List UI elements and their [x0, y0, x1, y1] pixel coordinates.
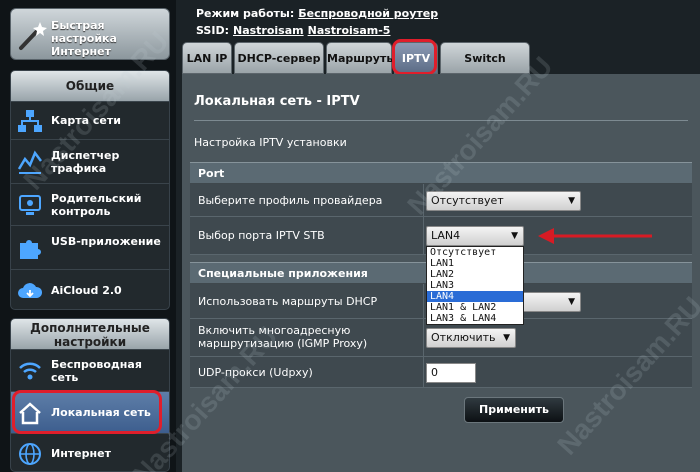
- sidebar-item-usb-app[interactable]: USB-приложение: [11, 225, 169, 269]
- iptv-stb-port-select[interactable]: LAN4 ▼: [426, 226, 524, 246]
- highlight-ring-iptv: [392, 39, 437, 75]
- operation-mode-link[interactable]: Беспроводной роутер: [298, 7, 438, 20]
- red-arrow-annotation: [538, 228, 652, 244]
- cloud-icon: [18, 283, 43, 298]
- tab-lan-ip[interactable]: LAN IP: [182, 42, 232, 74]
- chevron-down-icon: ▼: [568, 196, 575, 206]
- sidebar-item-label: USB-приложение: [51, 235, 161, 248]
- operation-mode: Режим работы: Беспроводной роутер: [196, 7, 439, 20]
- sidebar-item-wireless[interactable]: Беспроводная сеть: [11, 349, 169, 391]
- dhcp-routes-label: Использовать маршруты DHCP: [198, 295, 378, 308]
- udpxy-label: UDP-прокси (Udpxy): [198, 366, 313, 379]
- parental-control-icon: [19, 195, 41, 215]
- provider-profile-select[interactable]: Отсутствует ▼: [426, 191, 581, 211]
- row-udpxy: UDP-прокси (Udpxy) 0: [190, 357, 692, 388]
- general-header: Общие: [11, 71, 169, 101]
- chevron-down-icon: ▼: [568, 297, 575, 307]
- igmp-proxy-select[interactable]: Отключить ▼: [426, 328, 516, 348]
- sidebar-item-label: AiCloud 2.0: [51, 284, 122, 297]
- quick-setup-label: Быстрая настройка Интернет: [51, 19, 117, 58]
- sidebar-item-aicloud[interactable]: AiCloud 2.0: [11, 269, 169, 309]
- apply-button[interactable]: Применить: [464, 397, 564, 423]
- sidebar: Быстрая настройка Интернет Общие Карта с…: [0, 0, 176, 472]
- dropdown-option[interactable]: LAN1 & LAN2: [427, 302, 523, 313]
- sidebar-item-internet[interactable]: Интернет: [11, 433, 169, 471]
- ssid-link-1[interactable]: Nastroisam: [233, 24, 304, 37]
- sidebar-item-label: Беспроводная сеть: [51, 358, 142, 384]
- sidebar-item-label: Карта сети: [51, 114, 121, 127]
- quick-setup-button[interactable]: Быстрая настройка Интернет: [10, 8, 170, 60]
- dropdown-option-selected[interactable]: LAN4: [427, 291, 523, 302]
- tab-switch-control[interactable]: Switch Control: [440, 42, 530, 97]
- page-title: Локальная сеть - IPTV: [194, 94, 360, 109]
- page-description: Настройка IPTV установки: [194, 136, 347, 149]
- tab-dhcp-server[interactable]: DHCP-сервер: [234, 42, 324, 74]
- igmp-proxy-label: Включить многоадресную маршрутизацию (IG…: [198, 324, 368, 350]
- network-map-icon: [18, 110, 42, 132]
- chevron-down-icon: ▼: [511, 231, 518, 241]
- provider-profile-label: Выберите профиль провайдера: [198, 194, 383, 207]
- ssid-info: SSID: Nastroisam Nastroisam-5: [196, 24, 391, 37]
- sidebar-item-label: Диспетчер трафика: [51, 149, 120, 175]
- general-group: Общие Карта сети Диспетчер трафика Родит…: [10, 70, 170, 310]
- iptv-stb-port-dropdown[interactable]: Отсутствует LAN1 LAN2 LAN3 LAN4 LAN1 & L…: [426, 246, 524, 325]
- highlight-ring-lan: [12, 390, 162, 434]
- udpxy-input[interactable]: 0: [426, 363, 476, 383]
- tab-routes[interactable]: Маршруты: [326, 42, 396, 74]
- dropdown-option[interactable]: LAN2: [427, 269, 523, 280]
- chevron-down-icon: ▼: [503, 333, 510, 343]
- sidebar-item-traffic-manager[interactable]: Диспетчер трафика: [11, 139, 169, 183]
- wifi-icon: [19, 362, 41, 380]
- sidebar-item-label: Интернет: [51, 447, 111, 460]
- section-port: Port: [190, 162, 692, 184]
- dropdown-option[interactable]: LAN1: [427, 258, 523, 269]
- ssid-link-2[interactable]: Nastroisam-5: [308, 24, 391, 37]
- dropdown-option[interactable]: Отсутствует: [427, 247, 523, 258]
- sidebar-item-parental-control[interactable]: Родительский контроль: [11, 183, 169, 225]
- dropdown-option[interactable]: LAN3: [427, 280, 523, 291]
- sidebar-item-label: Родительский контроль: [51, 192, 142, 218]
- puzzle-icon: [20, 240, 41, 259]
- title-divider: [194, 120, 688, 121]
- traffic-manager-icon: [17, 150, 42, 174]
- advanced-header: Дополнительные настройки: [11, 319, 169, 349]
- iptv-stb-port-label: Выбор порта IPTV STB: [198, 229, 325, 242]
- magic-wand-icon: [19, 22, 47, 50]
- row-provider-profile: Выберите профиль провайдера Отсутствует ▼: [190, 184, 692, 217]
- dropdown-option[interactable]: LAN3 & LAN4: [427, 313, 523, 324]
- sidebar-item-network-map[interactable]: Карта сети: [11, 101, 169, 139]
- globe-icon: [19, 443, 41, 465]
